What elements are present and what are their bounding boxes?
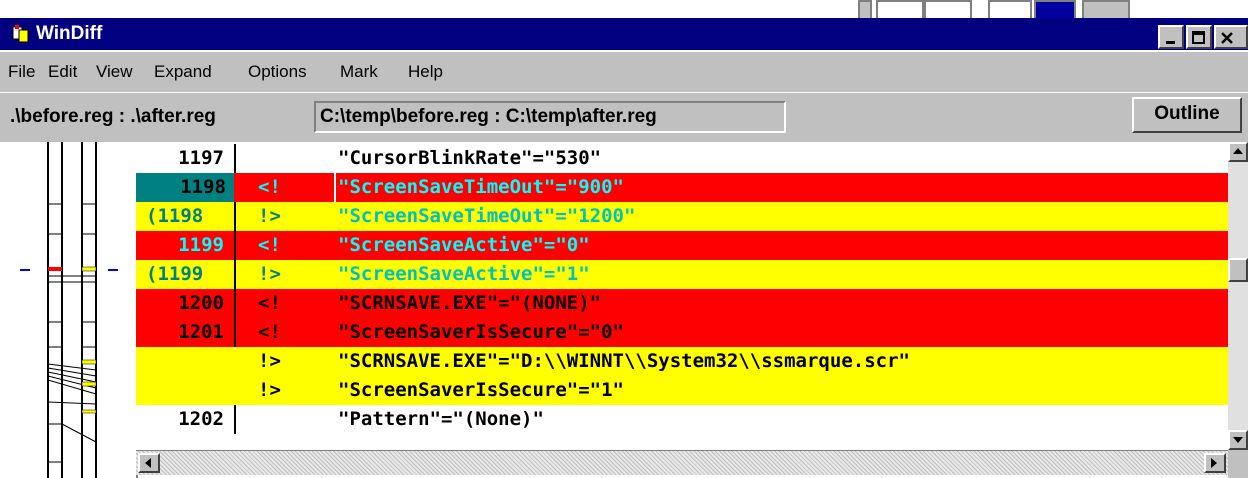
overview-bars	[20, 142, 118, 478]
line-number: 1197	[178, 147, 224, 169]
diff-marker: !>	[258, 205, 281, 227]
diff-row[interactable]: 1202 "Pattern"="(None)"	[136, 405, 1228, 434]
diff-row[interactable]: (1199 !> "ScreenSaveActive"="1"	[136, 260, 1228, 289]
diff-row[interactable]: (1198 !> "ScreenSaveTimeOut"="1200"	[136, 202, 1228, 231]
outline-button[interactable]: Outline	[1132, 97, 1242, 133]
menu-mark[interactable]: Mark	[340, 62, 378, 82]
line-text: "SCRNSAVE.EXE"="(NONE)"	[338, 292, 602, 314]
arrow-down-icon	[1233, 437, 1243, 443]
line-text: "ScreenSaveActive"="0"	[338, 234, 590, 256]
line-text: "ScreenSaveActive"="1"	[338, 263, 590, 285]
line-text: "CursorBlinkRate"="530"	[338, 147, 602, 169]
line-number: 1198	[136, 173, 234, 202]
arrow-right-icon	[1211, 458, 1217, 468]
menu-edit[interactable]: Edit	[48, 62, 77, 82]
windiff-app-icon	[12, 25, 29, 43]
line-text: "ScreenSaveTimeOut"="1200"	[338, 205, 636, 227]
line-number: (1199	[146, 263, 204, 285]
scroll-down-button[interactable]	[1228, 430, 1248, 450]
diff-marker	[236, 405, 332, 434]
arrow-up-icon	[1233, 148, 1243, 154]
horizontal-scrollbar[interactable]	[136, 450, 1228, 475]
menu-help[interactable]: Help	[408, 62, 443, 82]
line-text: "ScreenSaverIsSecure"="1"	[338, 379, 624, 401]
diff-marker: <!	[258, 321, 281, 343]
scroll-right-button[interactable]	[1204, 453, 1226, 473]
diff-row[interactable]: !> "ScreenSaverIsSecure"="1"	[136, 376, 1228, 405]
path-bar: .\before.reg : .\after.reg C:\temp\befor…	[0, 92, 1248, 143]
scrollbar-corner	[1228, 450, 1248, 478]
diff-row[interactable]: 1201 <! "ScreenSaverIsSecure"="0"	[136, 318, 1228, 347]
line-number: 1200	[178, 292, 224, 314]
diff-row[interactable]: 1199 <! "ScreenSaveActive"="0"	[136, 231, 1228, 260]
scroll-up-button[interactable]	[1228, 142, 1248, 162]
menu-view[interactable]: View	[96, 62, 133, 82]
maximize-button[interactable]	[1186, 25, 1212, 49]
line-text: "ScreenSaverIsSecure"="0"	[338, 321, 624, 343]
diff-marker: !>	[258, 263, 281, 285]
scroll-left-button[interactable]	[138, 453, 160, 473]
line-number	[136, 376, 232, 405]
line-text: "SCRNSAVE.EXE"="D:\\WINNT\\System32\\ssm…	[338, 350, 910, 372]
arrow-left-icon	[145, 458, 151, 468]
title-bar: WinDiff	[0, 18, 1248, 50]
line-number: 1201	[178, 321, 224, 343]
minimize-icon	[1166, 41, 1175, 44]
line-number: (1198	[146, 205, 204, 227]
minimize-button[interactable]	[1158, 25, 1184, 49]
line-text: "Pattern"="(None)"	[338, 408, 544, 430]
diff-row[interactable]: !> "SCRNSAVE.EXE"="D:\\WINNT\\System32\\…	[136, 347, 1228, 376]
diff-marker: !>	[258, 350, 281, 372]
menu-expand[interactable]: Expand	[154, 62, 212, 82]
diff-marker	[236, 144, 332, 173]
vertical-scroll-thumb[interactable]	[1228, 258, 1248, 282]
diff-row[interactable]: 1200 <! "SCRNSAVE.EXE"="(NONE)"	[136, 289, 1228, 318]
diff-marker: !>	[258, 379, 281, 401]
diff-row[interactable]: 1197 "CursorBlinkRate"="530"	[136, 144, 1228, 173]
diff-marker: <!	[258, 176, 281, 198]
maximize-icon	[1192, 31, 1205, 44]
menu-options[interactable]: Options	[248, 62, 307, 82]
close-icon	[1221, 32, 1233, 44]
line-text: "ScreenSaveTimeOut"="900"	[338, 176, 624, 198]
diff-list[interactable]: 1197 "CursorBlinkRate"="530" 1198 <! "Sc…	[136, 142, 1228, 450]
line-number: 1199	[178, 234, 224, 256]
relative-paths: .\before.reg : .\after.reg	[10, 106, 216, 127]
menu-bar: File Edit View Expand Options Mark Help	[0, 52, 1248, 92]
diff-marker: <!	[258, 234, 281, 256]
diff-row[interactable]: 1198 <! "ScreenSaveTimeOut"="900"	[136, 173, 1228, 202]
line-number: 1202	[178, 408, 224, 430]
diff-marker: <!	[258, 292, 281, 314]
menu-file[interactable]: File	[8, 62, 35, 82]
line-number	[136, 347, 232, 376]
window-title: WinDiff	[36, 23, 103, 44]
close-button[interactable]	[1214, 25, 1248, 49]
section-overview-map[interactable]	[0, 142, 138, 478]
vertical-scrollbar[interactable]	[1228, 142, 1248, 450]
absolute-paths: C:\temp\before.reg : C:\temp\after.reg	[314, 101, 786, 133]
